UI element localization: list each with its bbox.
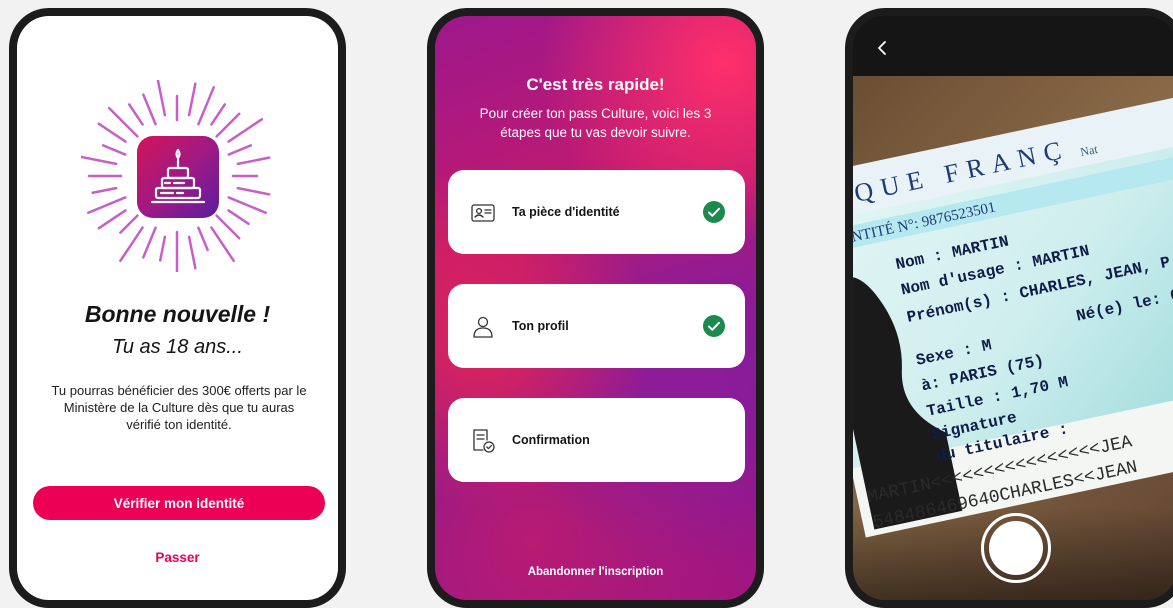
verify-identity-button[interactable]: Vérifier mon identité [33,486,325,520]
phone-frame-1: Bonne nouvelle ! Tu as 18 ans... Tu pour… [9,8,346,608]
birthday-cake-icon [137,136,219,218]
checkmark-icon [703,315,725,337]
checkmark-icon [703,201,725,223]
description-text: Tu pourras bénéficier des 300€ offerts p… [51,383,307,432]
step-card-identity[interactable]: Ta pièce d'identité [448,170,745,254]
camera-screen: LIQUE FRANÇ D'IDENTITÉ N°: 9876523501 Na… [853,16,1173,600]
steps-subtitle: Pour créer ton pass Culture, voici les 3… [479,106,712,140]
steps-screen: C'est très rapide! Pour créer ton pass C… [435,16,756,600]
step-card-profile[interactable]: Ton profil [448,284,745,368]
document-check-icon [473,429,495,453]
step-label-identity: Ta pièce d'identité [512,205,620,219]
phone-frame-2: C'est très rapide! Pour créer ton pass C… [427,8,764,608]
step-card-confirmation[interactable]: Confirmation [448,398,745,482]
shutter-inner [989,521,1043,575]
shutter-button-icon[interactable] [981,513,1051,583]
headline: Bonne nouvelle ! [84,301,271,327]
birthday-screen: Bonne nouvelle ! Tu as 18 ans... Tu pour… [17,16,338,600]
chevron-left-icon[interactable] [873,38,893,58]
skip-link[interactable]: Passer [17,550,338,565]
user-icon [473,316,493,338]
age-subtitle: Tu as 18 ans... [112,336,243,358]
step-label-profile: Ton profil [512,319,569,333]
step-label-confirmation: Confirmation [512,433,590,447]
id-card-icon [471,204,495,222]
steps-title: C'est très rapide! [526,75,665,94]
top-bar [853,16,1173,76]
abandon-link[interactable]: Abandonner l'inscription [435,566,756,578]
phone-frame-3: LIQUE FRANÇ D'IDENTITÉ N°: 9876523501 Na… [845,8,1173,608]
